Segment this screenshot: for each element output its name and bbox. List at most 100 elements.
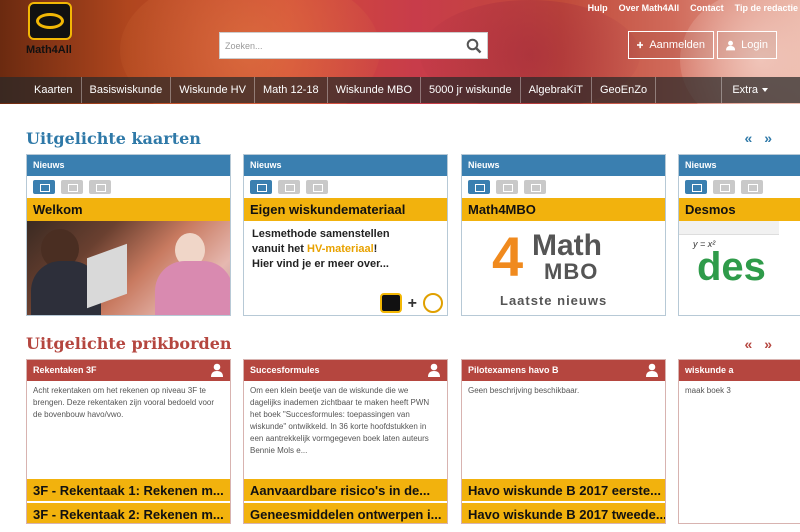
board-item[interactable]: Geneesmiddelen ontwerpen i... [244, 503, 447, 523]
search-icon[interactable] [466, 38, 482, 54]
card-desmos-image: y = x² des [679, 221, 800, 315]
toplink-tip[interactable]: Tip de redactie [735, 3, 798, 13]
card-title: Math4MBO [462, 198, 665, 221]
board-item[interactable]: Havo wiskunde B 2017 tweede... [462, 503, 665, 523]
document-icon[interactable] [61, 180, 83, 194]
board-wiskunde-a[interactable]: wiskunde a maak boek 3 [678, 359, 800, 524]
user-icon [726, 40, 736, 50]
nav-item-wiskunde-mbo[interactable]: Wiskunde MBO [328, 77, 422, 103]
card-title: Desmos [679, 198, 800, 221]
board-item[interactable]: 3F - Rekentaak 1: Rekenen m... [27, 479, 230, 501]
media-logos: + [379, 293, 443, 313]
board-name: wiskunde a [679, 360, 800, 381]
login-button[interactable]: Login [717, 31, 777, 59]
nav-item-algebrakit[interactable]: AlgebraKiT [521, 77, 592, 103]
search-box [219, 32, 488, 59]
board-pilotexamens-havo-b[interactable]: Pilotexamens havo B Geen beschrijving be… [461, 359, 666, 524]
board-item[interactable]: 3F - Rekentaak 2: Rekenen m... [27, 503, 230, 523]
card-math4mbo[interactable]: Nieuws Math4MBO 4 Math MBO Laatste nieuw… [461, 154, 666, 316]
media-line-2: vanuit het HV-materiaal! [252, 243, 378, 255]
board-item[interactable]: Aanvaardbare risico's in de... [244, 479, 447, 501]
latest-news-text: Laatste nieuws [500, 293, 608, 308]
nav-item-kaarten[interactable]: Kaarten [0, 77, 82, 103]
search-input[interactable] [220, 33, 460, 58]
board-item[interactable]: Havo wiskunde B 2017 eerste... [462, 479, 665, 501]
media-line-3: Hier vind je er meer over... [252, 258, 389, 270]
nav-item-wiskunde-hv[interactable]: Wiskunde HV [171, 77, 255, 103]
person-icon[interactable] [89, 180, 111, 194]
logo-text: Math4All [26, 44, 72, 56]
top-links: Hulp Over Math4All Contact Tip de redact… [588, 3, 798, 13]
media-line-1: Lesmethode samenstellen [252, 228, 390, 240]
section-title-prikborden: Uitgelichte prikborden [26, 334, 232, 353]
plus-icon [637, 41, 644, 49]
card-category: Nieuws [244, 155, 447, 176]
board-name: Succesformules [244, 360, 447, 381]
card-category: Nieuws [462, 155, 665, 176]
toplink-contact[interactable]: Contact [690, 3, 724, 13]
card-toolbar [462, 176, 665, 198]
slides-icon[interactable] [685, 180, 707, 194]
user-icon [211, 363, 223, 377]
slides-icon[interactable] [250, 180, 272, 194]
board-succesformules[interactable]: Succesformules Om een klein beetje van d… [243, 359, 448, 524]
hv-highlight: HV-materiaal [307, 243, 374, 255]
slides-icon[interactable] [468, 180, 490, 194]
board-name: Pilotexamens havo B [462, 360, 665, 381]
card-category: Nieuws [679, 155, 800, 176]
person-icon[interactable] [306, 180, 328, 194]
toplink-over[interactable]: Over Math4All [619, 3, 680, 13]
math4all-logo-icon [379, 293, 402, 313]
logo-mbo: MBO [544, 259, 599, 284]
header-banner: Math4All Hulp Over Math4All Contact Tip … [0, 0, 800, 104]
register-button[interactable]: Aanmelden [628, 31, 714, 59]
infinity-logo-icon [28, 2, 72, 40]
card-toolbar [244, 176, 447, 198]
math4all-logo[interactable]: Math4All [22, 0, 80, 64]
nav-item-math-12-18[interactable]: Math 12-18 [255, 77, 328, 103]
card-math4mbo-image: 4 Math MBO Laatste nieuws [462, 221, 665, 315]
user-icon [646, 363, 658, 377]
logo-math: Math [532, 229, 602, 262]
nav-extra-dropdown[interactable]: Extra [721, 77, 778, 103]
card-text-image: Lesmethode samenstellen vanuit het HV-ma… [244, 221, 447, 315]
card-toolbar [27, 176, 230, 198]
user-icon [428, 363, 440, 377]
caret-down-icon [762, 88, 768, 93]
card-title: Eigen wiskundemateriaal [244, 198, 447, 221]
toplink-hulp[interactable]: Hulp [588, 3, 608, 13]
board-description: Acht rekentaken om het rekenen op niveau… [33, 386, 215, 419]
board-name: Rekentaken 3F [27, 360, 230, 381]
card-category: Nieuws [27, 155, 230, 176]
cards-carousel-arrows[interactable]: « » [745, 130, 776, 146]
plus-sign: + [407, 294, 417, 312]
board-rekentaken-3f[interactable]: Rekentaken 3F Acht rekentaken om het rek… [26, 359, 231, 524]
board-description: maak boek 3 [685, 386, 731, 395]
slides-icon[interactable] [33, 180, 55, 194]
card-welkom[interactable]: Nieuws Welkom [26, 154, 231, 316]
globe-logo-icon [423, 293, 443, 313]
person-icon[interactable] [741, 180, 763, 194]
desmos-wordmark: des [697, 245, 766, 289]
card-photo [27, 221, 230, 315]
logo-four: 4 [492, 225, 524, 288]
login-label: Login [741, 39, 768, 51]
nav-extra-label: Extra [732, 84, 758, 96]
board-description: Om een klein beetje van de wiskunde die … [250, 386, 430, 455]
nav-item-5000-jr[interactable]: 5000 jr wiskunde [421, 77, 521, 103]
main-nav: Kaarten Basiswiskunde Wiskunde HV Math 1… [0, 77, 800, 103]
card-title: Welkom [27, 198, 230, 221]
nav-item-geoenzo[interactable]: GeoEnZo [592, 77, 657, 103]
document-icon[interactable] [496, 180, 518, 194]
register-label: Aanmelden [649, 39, 705, 51]
card-desmos[interactable]: Nieuws Desmos y = x² des [678, 154, 800, 316]
card-eigen-wiskundemateriaal[interactable]: Nieuws Eigen wiskundemateriaal Lesmethod… [243, 154, 448, 316]
card-toolbar [679, 176, 800, 198]
nav-item-basiswiskunde[interactable]: Basiswiskunde [82, 77, 172, 103]
section-title-kaarten: Uitgelichte kaarten [26, 129, 201, 148]
person-icon[interactable] [524, 180, 546, 194]
document-icon[interactable] [713, 180, 735, 194]
document-icon[interactable] [278, 180, 300, 194]
board-description: Geen beschrijving beschikbaar. [468, 386, 580, 395]
boards-carousel-arrows[interactable]: « » [745, 336, 776, 352]
